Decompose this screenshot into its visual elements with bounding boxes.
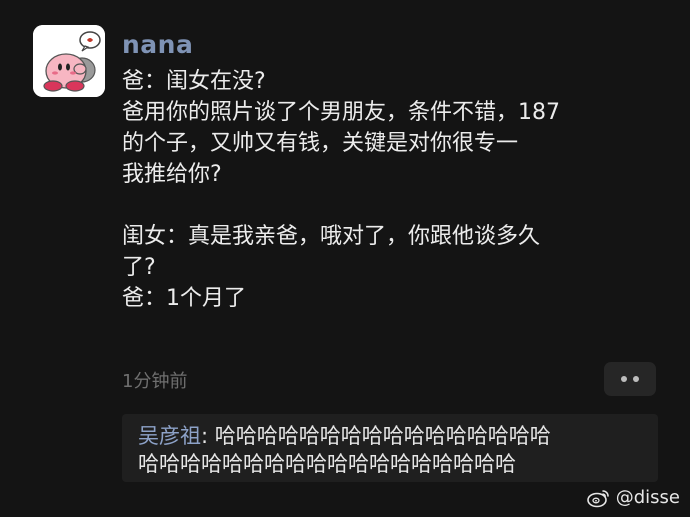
post-line-blank — [122, 190, 667, 221]
post-line: 爸用你的照片谈了个男朋友，条件不错，187 — [122, 100, 560, 125]
post-line: 爸：闺女在没? — [122, 69, 266, 94]
username[interactable]: nana — [122, 30, 193, 59]
comment-text: 哈哈哈哈哈哈哈哈哈哈哈哈哈哈哈哈哈哈 — [138, 452, 516, 476]
comment-author[interactable]: 吴彦祖 — [138, 424, 201, 448]
post-line: 闺女：真是我亲爸，哦对了，你跟他谈多久 — [122, 224, 541, 249]
comment-text: 哈哈哈哈哈哈哈哈哈哈哈哈哈哈哈哈 — [214, 424, 551, 448]
comment-line: 哈哈哈哈哈哈哈哈哈哈哈哈哈哈哈哈哈哈 — [138, 450, 516, 478]
comment-preview[interactable]: 吴彦祖: 哈哈哈哈哈哈哈哈哈哈哈哈哈哈哈哈 哈哈哈哈哈哈哈哈哈哈哈哈哈哈哈哈哈哈 — [122, 414, 658, 482]
weibo-logo-icon — [586, 489, 609, 507]
post-line: 了? — [122, 255, 156, 280]
post-timestamp: 1分钟前 — [122, 371, 188, 392]
dot-icon — [621, 376, 627, 382]
watermark-handle: @disse — [615, 487, 680, 508]
more-options-button[interactable] — [604, 362, 656, 396]
watermark: @disse — [586, 487, 680, 508]
dot-icon — [633, 376, 639, 382]
post-line: 我推给你? — [122, 162, 222, 187]
kirby-avatar-icon — [33, 25, 105, 97]
post-line: 爸：1个月了 — [122, 286, 246, 311]
post-line: 的个子，又帅又有钱，关键是对你很专一 — [122, 131, 519, 156]
comment-line: 吴彦祖: 哈哈哈哈哈哈哈哈哈哈哈哈哈哈哈哈 — [138, 422, 551, 450]
comment-separator: : — [201, 424, 215, 448]
post-content: 爸：闺女在没? 爸用你的照片谈了个男朋友，条件不错，187 的个子，又帅又有钱，… — [122, 66, 667, 314]
avatar[interactable] — [33, 25, 105, 97]
